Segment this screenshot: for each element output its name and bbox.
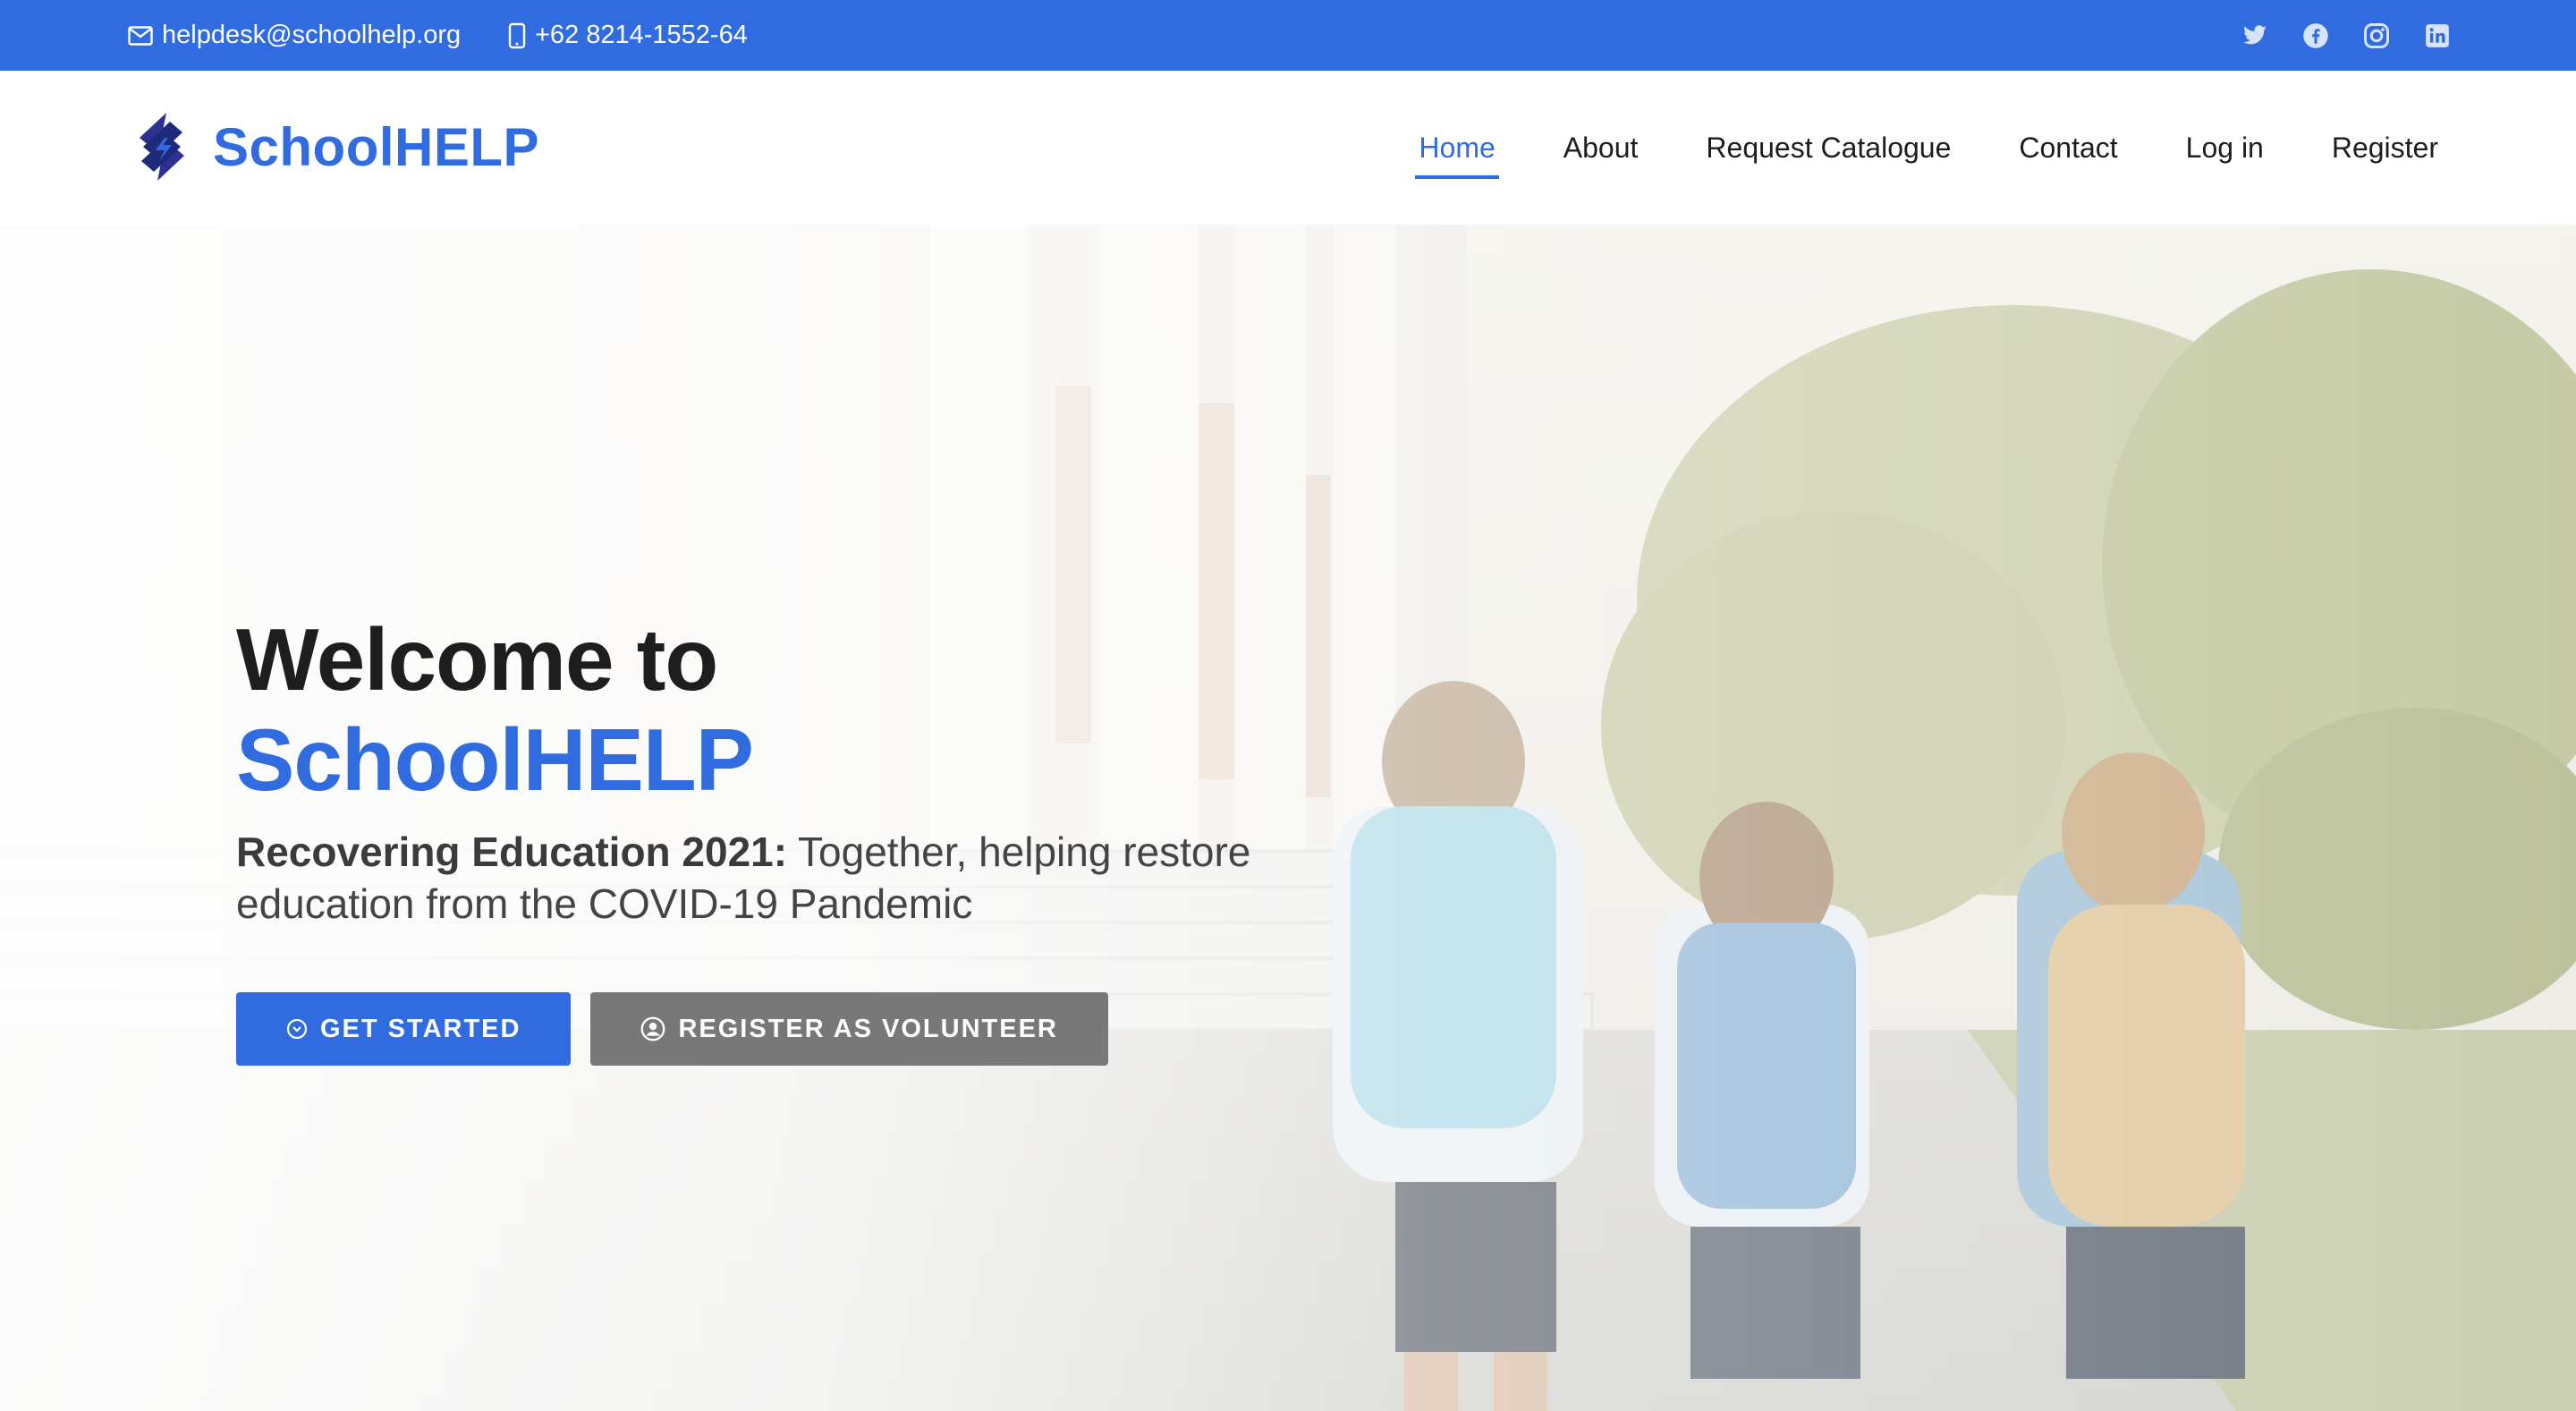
instagram-icon[interactable] bbox=[2363, 22, 2390, 49]
nav-log-in[interactable]: Log in bbox=[2182, 123, 2267, 174]
phone-contact[interactable]: +62 8214-1552-64 bbox=[508, 0, 748, 71]
nav-request-catalogue[interactable]: Request Catalogue bbox=[1702, 123, 1954, 174]
nav-register[interactable]: Register bbox=[2328, 123, 2442, 174]
top-bar: helpdesk@schoolhelp.org +62 8214-1552-64 bbox=[0, 0, 2576, 71]
nav-home[interactable]: Home bbox=[1415, 123, 1500, 179]
phone-icon bbox=[508, 22, 526, 49]
register-volunteer-label: REGISTER AS VOLUNTEER bbox=[678, 1014, 1058, 1043]
hero-title-line1: Welcome to bbox=[236, 610, 718, 709]
main-nav: Home About Request Catalogue Contact Log… bbox=[1354, 71, 2442, 225]
hero-title: Welcome to SchoolHELP bbox=[236, 609, 1399, 810]
twitter-icon[interactable] bbox=[2241, 22, 2268, 49]
get-started-button[interactable]: GET STARTED bbox=[236, 992, 572, 1066]
register-volunteer-button[interactable]: REGISTER AS VOLUNTEER bbox=[590, 992, 1108, 1066]
email-text[interactable]: helpdesk@schoolhelp.org bbox=[162, 21, 461, 50]
hero-content: Welcome to SchoolHELP Recovering Educati… bbox=[236, 609, 1399, 1066]
nav-about[interactable]: About bbox=[1560, 123, 1642, 174]
hero-buttons: GET STARTED REGISTER AS VOLUNTEER bbox=[236, 992, 1399, 1066]
hero-subtitle-bold: Recovering Education 2021: bbox=[236, 829, 788, 875]
phone-text[interactable]: +62 8214-1552-64 bbox=[535, 21, 748, 50]
envelope-icon bbox=[128, 25, 153, 46]
linkedin-icon[interactable] bbox=[2424, 22, 2451, 49]
logo-mark-icon bbox=[140, 113, 184, 181]
arrow-circle-icon bbox=[286, 1018, 308, 1040]
logo[interactable]: SchoolHELP bbox=[131, 111, 539, 183]
brand-name: SchoolHELP bbox=[213, 116, 540, 177]
site-header: SchoolHELP Home About Request Catalogue … bbox=[0, 71, 2576, 225]
hero-subtitle: Recovering Education 2021: Together, hel… bbox=[236, 826, 1399, 930]
social-links bbox=[2241, 0, 2451, 71]
nav-contact[interactable]: Contact bbox=[2015, 123, 2121, 174]
facebook-icon[interactable] bbox=[2302, 22, 2329, 49]
user-circle-icon bbox=[640, 1016, 665, 1041]
hero-title-brand: SchoolHELP bbox=[236, 710, 754, 809]
hero-section: Welcome to SchoolHELP Recovering Educati… bbox=[0, 225, 2576, 1411]
get-started-label: GET STARTED bbox=[320, 1014, 521, 1043]
email-contact[interactable]: helpdesk@schoolhelp.org bbox=[128, 0, 461, 71]
